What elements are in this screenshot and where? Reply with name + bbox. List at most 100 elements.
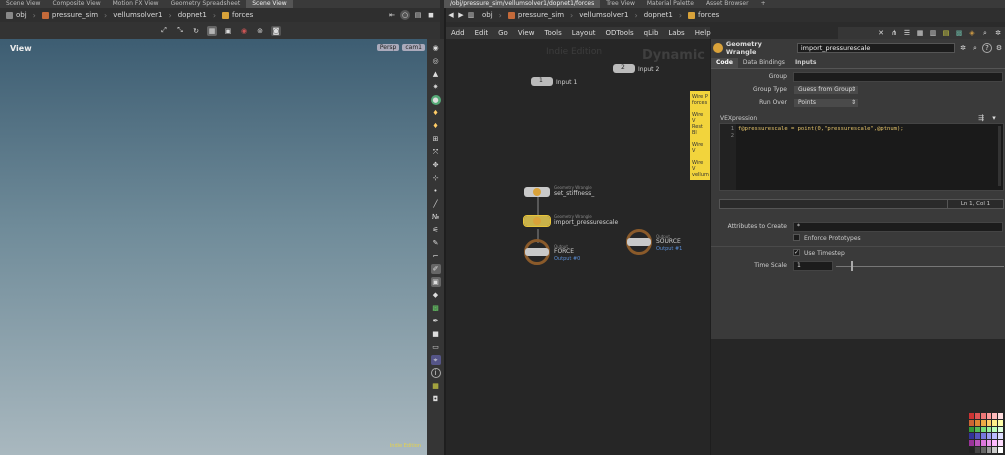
rpath-vellumsolver[interactable]: vellumsolver1 [573, 8, 634, 22]
network-gear-icon[interactable]: ✲ [993, 28, 1003, 38]
maximize-icon[interactable]: ◼ [426, 10, 436, 20]
split-icon[interactable]: ▥ [928, 28, 938, 38]
wrench-icon[interactable]: ✕ [876, 28, 886, 38]
enforce-prototypes-checkbox[interactable] [793, 234, 800, 241]
use-timestep-checkbox[interactable]: ✓ [793, 249, 800, 256]
edit-icon[interactable]: ✐ [430, 264, 441, 274]
tab-scene-view[interactable]: Scene View [0, 0, 46, 8]
edge-icon[interactable]: ╱ [431, 199, 441, 209]
menu-add[interactable]: Add [446, 27, 470, 39]
rpath-obj[interactable]: obj [476, 8, 499, 22]
move-tool-icon[interactable]: ⤡ [175, 26, 185, 36]
persp-menu[interactable]: Persp [376, 44, 400, 51]
tab-data-bindings[interactable]: Data Bindings [738, 58, 790, 68]
point-icon[interactable]: • [431, 186, 441, 196]
path-obj[interactable]: obj [0, 8, 33, 22]
grid-layout-icon[interactable]: ▦ [915, 28, 925, 38]
light-icon[interactable]: ✷ [431, 82, 441, 92]
menu-edit[interactable]: Edit [470, 27, 494, 39]
vex-preset-icon[interactable]: ⇶ [976, 113, 986, 123]
tab-material-palette[interactable]: Material Palette [641, 0, 700, 8]
menu-qlib[interactable]: qLib [639, 27, 664, 39]
vex-code-editor[interactable]: 1 2 f@pressurescale = point(0,"pressures… [719, 123, 1004, 191]
select-tool-icon[interactable]: ⤢ [159, 26, 169, 36]
image-icon[interactable]: ▣ [430, 277, 441, 287]
cam-menu[interactable]: cam1 [402, 44, 425, 51]
time-scale-slider-handle[interactable] [851, 261, 853, 271]
path-forces[interactable]: forces [216, 8, 259, 22]
rpath-forces[interactable]: forces [682, 8, 725, 22]
transform-icon[interactable]: ⤧ [431, 147, 441, 157]
color-icon[interactable]: ▩ [954, 28, 964, 38]
ghost-icon[interactable]: ◎ [431, 56, 441, 66]
path-pressure-sim[interactable]: pressure_sim [36, 8, 104, 22]
node-name-field[interactable]: import_pressurescale [796, 43, 955, 53]
scene-viewport[interactable]: View Persp cam1 Indie Edition [0, 39, 427, 455]
layout-icon[interactable]: ▤ [413, 10, 423, 20]
time-scale-slider-track[interactable] [836, 266, 1004, 267]
force-body[interactable] [525, 248, 549, 256]
pen-icon[interactable]: ✒ [431, 316, 441, 326]
display-icon[interactable]: ▦ [207, 25, 217, 36]
menu-help[interactable]: Help [690, 27, 716, 39]
uv-icon[interactable]: ▩ [431, 303, 441, 313]
back-icon[interactable]: ◀ [446, 10, 456, 20]
add-tab-icon[interactable]: + [755, 0, 772, 8]
menu-labs[interactable]: Labs [663, 27, 689, 39]
snap-icon[interactable]: ⊹ [431, 173, 441, 183]
tab-inputs[interactable]: Inputs [790, 58, 822, 68]
param-gear-icon[interactable]: ✲ [958, 43, 968, 53]
render-icon[interactable]: ▣ [223, 26, 233, 36]
tree-icon[interactable]: ⋔ [889, 28, 899, 38]
network-editor[interactable]: Indie Edition Dynamic 1 Input 1 2 Input … [446, 39, 710, 455]
vex-menu-icon[interactable]: ▾ [989, 113, 999, 123]
set-stiffness-body[interactable] [524, 187, 550, 197]
lock-icon[interactable]: ▲ [431, 69, 441, 79]
time-scale-field[interactable]: 1 [793, 261, 833, 271]
tab-composite-view[interactable]: Composite View [46, 0, 106, 8]
square-icon[interactable]: ■ [431, 329, 441, 339]
capture-icon[interactable]: ◘ [431, 394, 441, 404]
tab-scene-view-active[interactable]: Scene View [246, 0, 293, 8]
code-scrollbar[interactable] [998, 126, 1001, 186]
grid-view-icon[interactable]: ▦ [431, 381, 441, 391]
tab-asset-browser[interactable]: Asset Browser [700, 0, 755, 8]
menu-view[interactable]: View [513, 27, 540, 39]
snapshot-icon[interactable]: ◙ [271, 25, 281, 36]
path-vellumsolver[interactable]: vellumsolver1 [107, 8, 168, 22]
rpath-dopnet[interactable]: dopnet1 [638, 8, 679, 22]
group-field[interactable] [793, 72, 1003, 82]
number-icon[interactable]: № [431, 212, 441, 222]
map-pin-icon[interactable]: ⌖ [430, 355, 441, 365]
pin-icon[interactable]: ⇤ [387, 10, 397, 20]
note-icon[interactable]: ▤ [941, 28, 951, 38]
history-icon[interactable]: ▥ [466, 10, 476, 20]
menu-go[interactable]: Go [493, 27, 513, 39]
group-type-dropdown[interactable]: Guess from Group ⇕ [793, 85, 859, 95]
bulb-icon[interactable]: ♦ [431, 108, 441, 118]
shape-icon[interactable]: ◈ [967, 28, 977, 38]
menu-tools[interactable]: Tools [539, 27, 566, 39]
tab-tree-view[interactable]: Tree View [600, 0, 641, 8]
record-icon[interactable]: ◉ [239, 26, 249, 36]
color-palette-swatches[interactable] [969, 413, 1003, 453]
wand-icon[interactable]: ⚟ [431, 225, 441, 235]
rotate-tool-icon[interactable]: ↻ [191, 26, 201, 36]
grid-icon[interactable]: ⊞ [431, 134, 441, 144]
tab-motion-fx[interactable]: Motion FX View [107, 0, 165, 8]
info-icon[interactable]: i [430, 368, 441, 378]
sphere-icon[interactable]: ● [430, 95, 441, 105]
list-icon[interactable]: ☰ [902, 28, 912, 38]
brush-icon[interactable]: ✎ [431, 238, 441, 248]
tab-geometry-spreadsheet[interactable]: Geometry Spreadsheet [165, 0, 247, 8]
handle-icon[interactable]: ✥ [431, 160, 441, 170]
menu-odtools[interactable]: ODTools [601, 27, 639, 39]
tab-network-path[interactable]: /obj/pressure_sim/vellumsolver1/dopnet1/… [444, 0, 601, 8]
param-search-icon[interactable]: ⌕ [970, 43, 980, 53]
screen-icon[interactable]: ▭ [431, 342, 441, 352]
param-settings-icon[interactable]: ⚙ [994, 43, 1004, 53]
tab-code[interactable]: Code [711, 58, 738, 68]
network-search-icon[interactable]: ⌕ [980, 28, 990, 38]
measure-icon[interactable]: ⌐ [431, 251, 441, 261]
import-pressurescale-body[interactable] [523, 215, 551, 227]
